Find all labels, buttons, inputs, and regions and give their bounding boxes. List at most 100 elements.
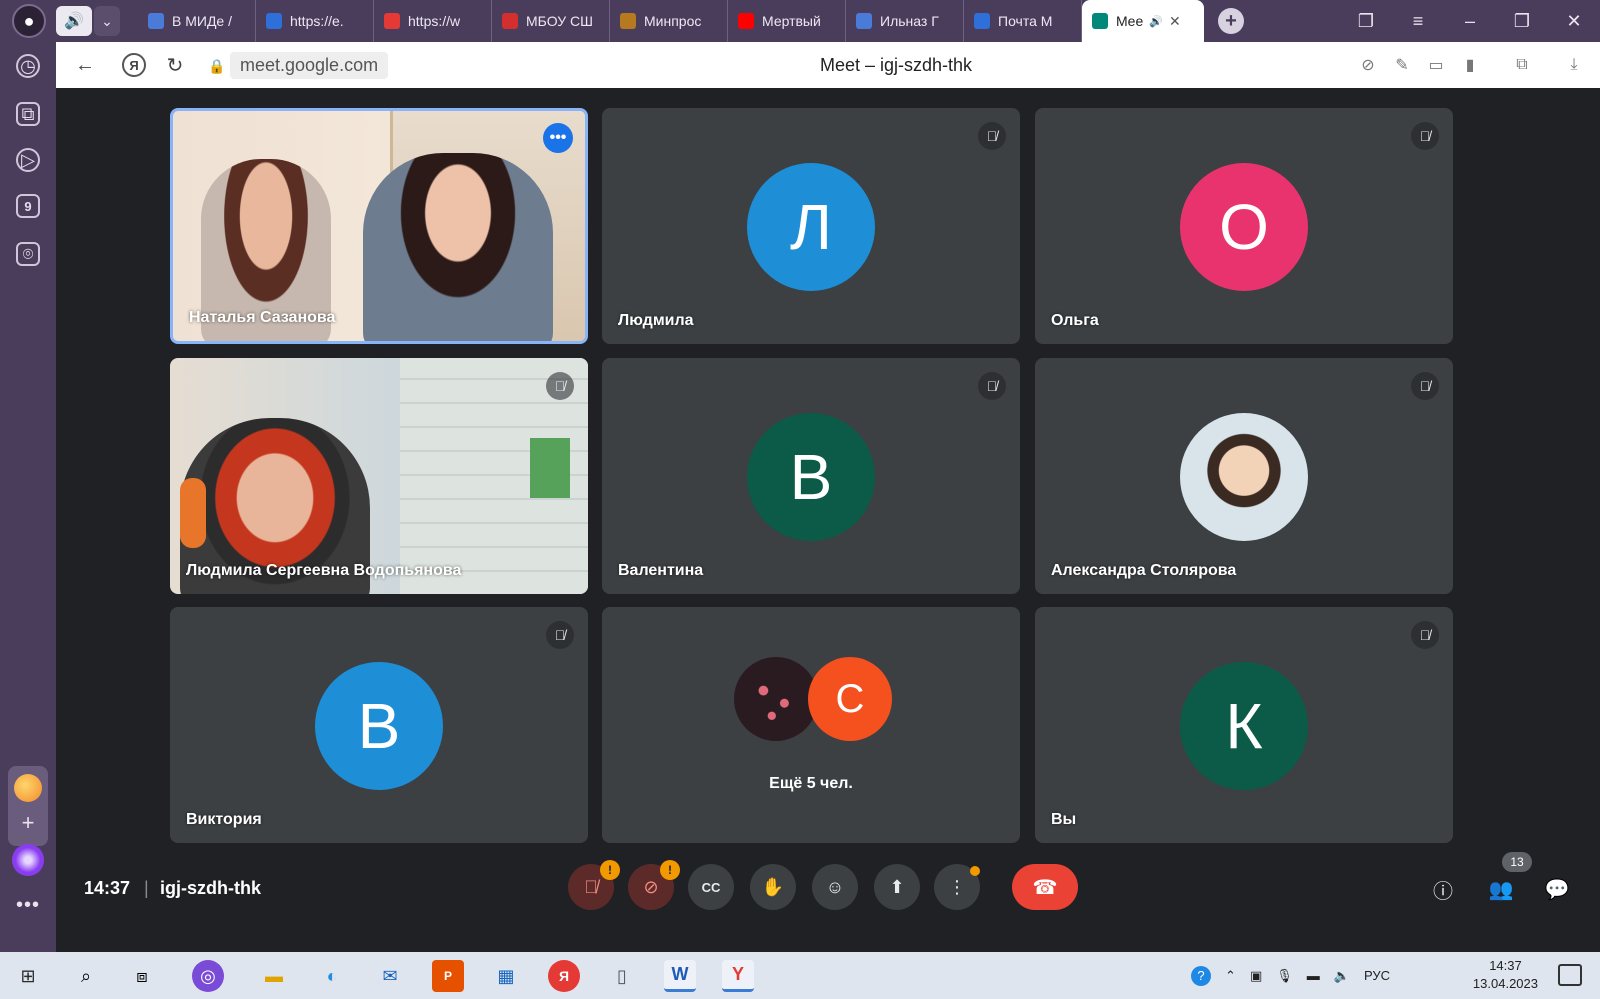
more-participants-tile[interactable]: С Ещё 5 чел. xyxy=(602,607,1020,843)
mic-tray-icon[interactable]: 🎙 xyxy=(1276,968,1293,984)
tab-label: Почта М xyxy=(998,13,1053,29)
browser-tab[interactable]: https://w xyxy=(374,0,492,42)
file-explorer-icon[interactable]: ▬ xyxy=(258,960,290,992)
restore-icon[interactable]: ❐ xyxy=(1496,11,1548,32)
yandex-browser-icon[interactable]: Y xyxy=(722,960,754,992)
help-icon[interactable]: ? xyxy=(1191,965,1212,986)
participant-tile-self[interactable]: 🎙̸ К Вы xyxy=(1035,607,1453,843)
participant-name: Валентина xyxy=(618,562,704,579)
tab-list-chevron-icon[interactable]: ⌄ xyxy=(94,6,120,36)
meeting-info-icon[interactable]: ⓘ xyxy=(1428,874,1458,904)
menu-icon[interactable]: ≡ xyxy=(1392,11,1444,32)
mail-icon[interactable]: ✉ xyxy=(374,960,406,992)
avatar: О xyxy=(1180,163,1308,291)
yandex-taskbar-icon[interactable]: Я xyxy=(548,960,580,992)
camera-off-icon[interactable]: ⊘ xyxy=(1356,53,1380,77)
browser-tab[interactable]: МБОУ СШ xyxy=(492,0,610,42)
more-options-icon[interactable]: ••• xyxy=(543,123,573,153)
avatar: В xyxy=(747,413,875,541)
powerpoint-icon[interactable]: P xyxy=(432,960,464,992)
sidebar-more-icon[interactable]: ••• xyxy=(0,894,56,917)
reload-icon[interactable]: ↻ xyxy=(162,52,188,78)
download-icon[interactable]: ⤓ xyxy=(1562,53,1586,77)
browser-tab[interactable]: Минпрос xyxy=(610,0,728,42)
video-icon[interactable]: ▷ xyxy=(16,148,40,172)
participant-tile[interactable]: 🎙̸ Л Людмила xyxy=(602,108,1020,344)
mic-muted-icon: 🎙̸ xyxy=(1411,122,1439,150)
taskbar-clock[interactable]: 14:37 13.04.2023 xyxy=(1473,957,1538,993)
system-tray: ? ⌃ ▣ 🎙 ▬ 🔈 РУС xyxy=(1177,952,1390,999)
tab-favicon-icon xyxy=(502,13,518,29)
lock-icon[interactable]: 🔒 xyxy=(208,58,225,74)
alice-assistant-icon[interactable] xyxy=(12,844,44,876)
chevron-up-icon[interactable]: ⌃ xyxy=(1225,968,1236,984)
tab-favicon-icon xyxy=(1092,13,1108,29)
people-icon[interactable]: 👥 xyxy=(1486,874,1516,904)
url-field[interactable]: meet.google.com xyxy=(230,51,389,79)
word-icon[interactable]: W xyxy=(664,960,696,992)
search-icon[interactable]: ⌕ xyxy=(70,960,102,992)
collections-sidebar-icon[interactable]: ⧉ xyxy=(16,102,40,126)
browser-tab[interactable]: Мертвый xyxy=(728,0,846,42)
nine-icon[interactable]: 9 xyxy=(16,194,40,218)
browser-tab[interactable]: В МИДе / xyxy=(138,0,256,42)
end-call-button[interactable]: ☎ xyxy=(1012,864,1078,910)
emoji-button[interactable]: ☺ xyxy=(812,864,858,910)
participant-tile[interactable]: 🎙̸ Людмила Сергеевна Водопьянова xyxy=(170,358,588,594)
store-icon[interactable]: ▦ xyxy=(490,960,522,992)
browser-tab[interactable]: Почта М xyxy=(964,0,1082,42)
screenshot-icon[interactable]: ⌾ xyxy=(16,242,40,266)
collections-icon[interactable]: ❐ xyxy=(1340,11,1392,32)
browser-tab[interactable]: Ильназ Г xyxy=(846,0,964,42)
tab-sound-icon[interactable]: 🔊 xyxy=(56,6,92,36)
browser-tab[interactable]: Mee 🔊 ✕ xyxy=(1082,0,1204,42)
captions-button[interactable]: CC xyxy=(688,864,734,910)
tab-favicon-icon xyxy=(620,13,636,29)
more-options-button[interactable]: ⋮ xyxy=(934,864,980,910)
participant-tile[interactable]: 🎙̸ Александра Столярова xyxy=(1035,358,1453,594)
alice-taskbar-icon[interactable]: ◎ xyxy=(192,960,224,992)
browser-tab[interactable]: https://e. xyxy=(256,0,374,42)
notepad-icon[interactable]: ▯ xyxy=(606,960,638,992)
new-tab-button[interactable]: + xyxy=(1218,8,1244,34)
reader-icon[interactable]: ▭ xyxy=(1424,53,1448,77)
device-icon[interactable]: ▣ xyxy=(1250,968,1262,984)
window-controls: ❐ ≡ – ❐ ✕ xyxy=(1340,0,1600,42)
extensions-icon[interactable]: ⧉ xyxy=(1510,53,1534,77)
history-icon[interactable]: ◷ xyxy=(16,54,40,78)
mic-muted-icon: 🎙̸ xyxy=(546,621,574,649)
avatar: Л xyxy=(747,163,875,291)
add-app-icon[interactable]: + xyxy=(8,810,48,836)
participant-tile[interactable]: ••• Наталья Сазанова xyxy=(170,108,588,344)
participant-tile[interactable]: 🎙̸ В Виктория xyxy=(170,607,588,843)
mic-toggle-button[interactable]: 🎙̸! xyxy=(568,860,620,910)
tab-sound-icon[interactable]: 🔊 xyxy=(1149,15,1163,28)
yandex-icon[interactable]: Я xyxy=(122,53,146,77)
avatar: С xyxy=(808,657,892,741)
battery-icon[interactable]: ▬ xyxy=(1307,968,1320,983)
raise-hand-button[interactable]: ✋ xyxy=(750,864,796,910)
app-icon[interactable] xyxy=(14,774,42,802)
back-icon[interactable]: ← xyxy=(72,52,98,78)
mic-muted-icon: 🎙̸ xyxy=(978,122,1006,150)
close-window-icon[interactable]: ✕ xyxy=(1548,11,1600,32)
participant-video xyxy=(530,438,570,498)
task-view-icon[interactable]: ⧈ xyxy=(126,960,158,992)
mic-off-icon[interactable]: ✎ xyxy=(1390,53,1414,77)
chat-icon[interactable]: 💬 xyxy=(1542,874,1572,904)
language-indicator[interactable]: РУС xyxy=(1364,968,1390,983)
edge-icon[interactable]: ◐ xyxy=(316,960,348,992)
minimize-icon[interactable]: – xyxy=(1444,11,1496,32)
browser-sidebar: ◷ ⧉ ▷ 9 ⌾ + ••• xyxy=(0,42,56,952)
bookmark-icon[interactable]: ▮ xyxy=(1458,53,1482,77)
start-icon[interactable]: ⊞ xyxy=(12,960,44,992)
more-participants-label: Ещё 5 чел. xyxy=(769,775,853,792)
tab-close-icon[interactable]: ✕ xyxy=(1169,13,1181,30)
volume-icon[interactable]: 🔈 xyxy=(1334,968,1350,984)
camera-toggle-button[interactable]: ⊘! xyxy=(628,860,680,910)
participant-tile[interactable]: 🎙̸ В Валентина xyxy=(602,358,1020,594)
present-screen-button[interactable]: ⬆ xyxy=(874,864,920,910)
profile-avatar[interactable]: ● xyxy=(12,4,46,38)
participant-tile[interactable]: 🎙̸ О Ольга xyxy=(1035,108,1453,344)
notification-center-icon[interactable] xyxy=(1558,964,1582,986)
